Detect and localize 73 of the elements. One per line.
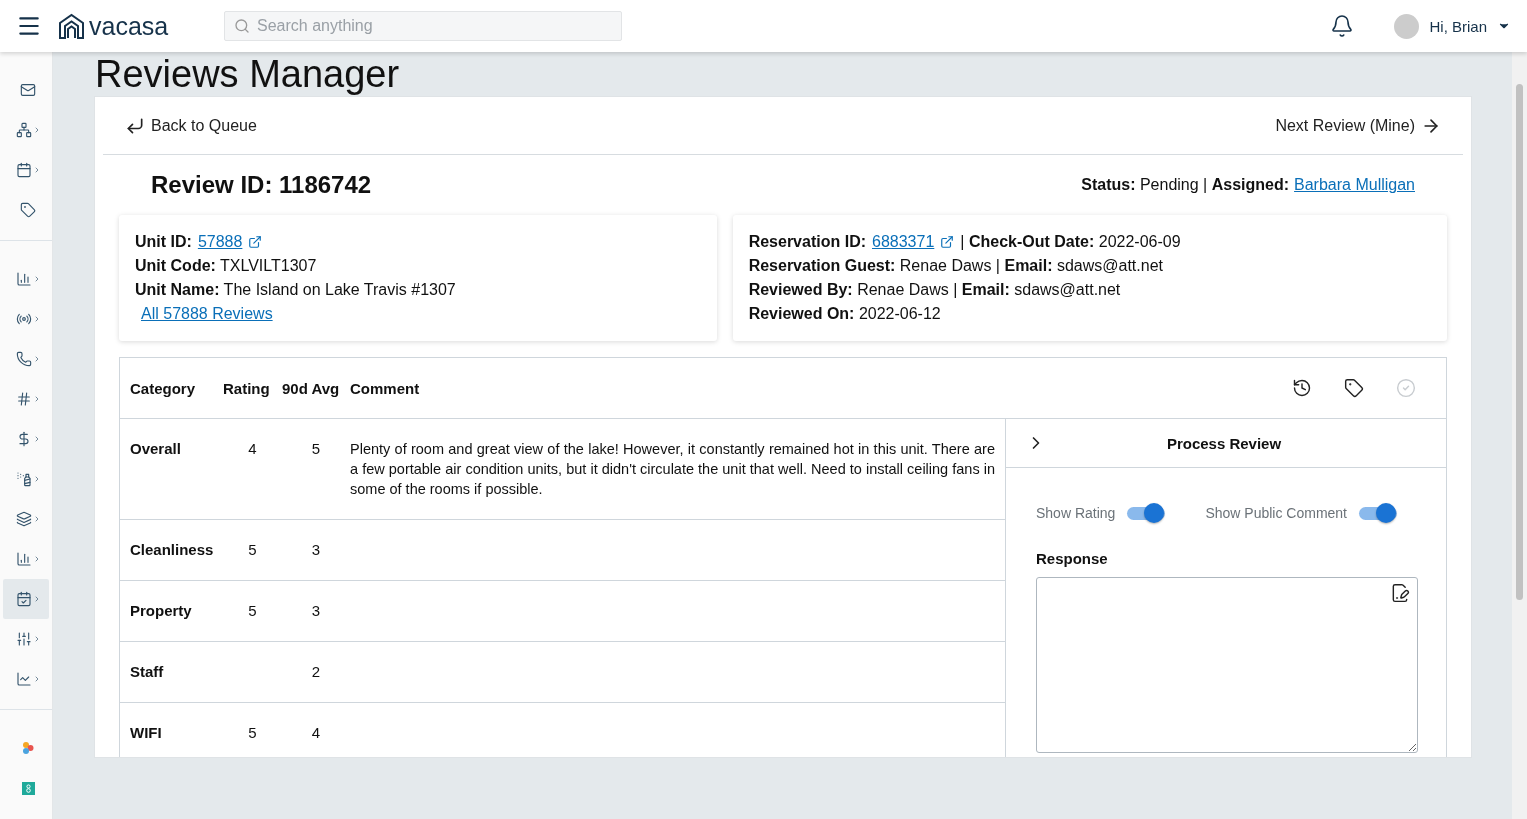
review-status: Status: Pending | Assigned: xyxy=(1081,176,1290,194)
phone-icon xyxy=(15,351,32,367)
layers-icon xyxy=(15,511,32,527)
colored-dots-icon xyxy=(22,742,34,754)
toggle-switch[interactable] xyxy=(1359,502,1397,524)
info-text: Reviewed On: 2022-06-12 xyxy=(748,304,941,324)
info-text: | Check-Out Date: 2022-06-09 xyxy=(960,232,1181,252)
table-cell-text: 5 xyxy=(247,601,258,621)
user-menu-button[interactable]: Hi, Brian xyxy=(1394,13,1511,39)
info-text: Unit Code: TXLVILT1307 xyxy=(135,256,317,276)
edit-note-icon xyxy=(1390,583,1410,603)
table-cell-text: WIFI xyxy=(130,723,163,743)
assignee-link[interactable]: Barbara Mulligan xyxy=(1294,176,1415,194)
back-link[interactable]: Back to Queue xyxy=(125,115,257,136)
sidebar-item[interactable] xyxy=(3,579,49,619)
bar-chart-icon xyxy=(15,551,32,567)
avatar xyxy=(1394,13,1420,39)
table-cell-text: 5 xyxy=(310,439,322,459)
info-text: Reservation Guest: Renae Daws | Email: sdaws@att.net xyxy=(748,256,1163,276)
table-cell-text: 5 xyxy=(247,723,258,743)
table-cell-text: Property xyxy=(130,601,193,621)
panel-title: Process Review xyxy=(1165,434,1283,452)
sliders-icon xyxy=(15,631,32,647)
table-cell-text: 3 xyxy=(310,601,322,621)
table-cell-text: 4 xyxy=(247,439,258,459)
review-id: Review ID: 1186742 xyxy=(151,171,372,199)
table-cell-text: 3 xyxy=(310,540,322,560)
page-title: Reviews Manager xyxy=(94,52,401,96)
toggle-label: Show Rating xyxy=(1036,505,1116,521)
hash-icon xyxy=(15,391,32,407)
info-link[interactable]: 6883371 xyxy=(872,232,935,252)
table-cell-text: 4 xyxy=(310,723,322,743)
app-square-icon xyxy=(21,781,35,795)
table-cell-text: 2 xyxy=(310,662,322,682)
scrollbar[interactable] xyxy=(1512,52,1527,819)
tag-button[interactable] xyxy=(1344,378,1364,398)
info-link[interactable]: All 57888 Reviews xyxy=(141,304,273,324)
column-header: Category xyxy=(130,379,197,397)
info-text: Unit ID: xyxy=(135,232,192,252)
table-cell-text: Staff xyxy=(130,662,165,682)
history-button[interactable] xyxy=(1292,378,1312,398)
toggle-switch[interactable] xyxy=(1127,502,1166,524)
house-logo-icon xyxy=(58,13,85,39)
signal-icon xyxy=(15,311,32,327)
column-header: 90d Avg xyxy=(282,379,341,397)
next-link[interactable]: Next Review (Mine) xyxy=(1275,115,1441,136)
response-label: Response xyxy=(1036,550,1109,567)
external-link-icon xyxy=(248,235,263,249)
column-header: Rating xyxy=(223,379,271,397)
response-field[interactable] xyxy=(1036,577,1418,753)
external-link-icon xyxy=(940,235,955,249)
tag-icon xyxy=(20,202,36,218)
table-cell-text: Cleanliness xyxy=(130,540,215,560)
info-text: Unit Name: The Island on Lake Travis #1307 xyxy=(135,280,456,300)
info-text: Reservation ID: xyxy=(748,232,866,252)
mail-icon xyxy=(20,82,36,98)
spray-bottle-icon xyxy=(15,471,32,487)
search-field[interactable]: Search anything xyxy=(224,11,622,41)
chart-icon xyxy=(15,671,32,687)
toggle-label: Show Public Comment xyxy=(1205,505,1347,521)
info-text: Reviewed By: Renae Daws | Email: sdaws@att.net xyxy=(748,280,1121,300)
column-header: Comment xyxy=(350,379,421,397)
hierarchy-icon xyxy=(15,122,32,138)
search-icon xyxy=(234,18,250,34)
brand-name: vacasa xyxy=(89,11,169,41)
calendar-check-icon xyxy=(15,591,32,607)
info-link[interactable]: 57888 xyxy=(197,232,243,252)
review-comment: Plenty of room and great view of the lake! However, it constantly remained hot in this unit. There are a few portable air condition units, but it didn't circulate the unit that well. Need to install ceiling fans in some of the rooms if possible. xyxy=(350,440,995,499)
bar-chart-icon xyxy=(15,271,32,287)
calendar-icon xyxy=(15,162,32,178)
table-cell-text: Overall xyxy=(130,439,182,459)
notifications-button[interactable] xyxy=(1330,14,1355,38)
table-cell-text: 5 xyxy=(247,540,258,560)
